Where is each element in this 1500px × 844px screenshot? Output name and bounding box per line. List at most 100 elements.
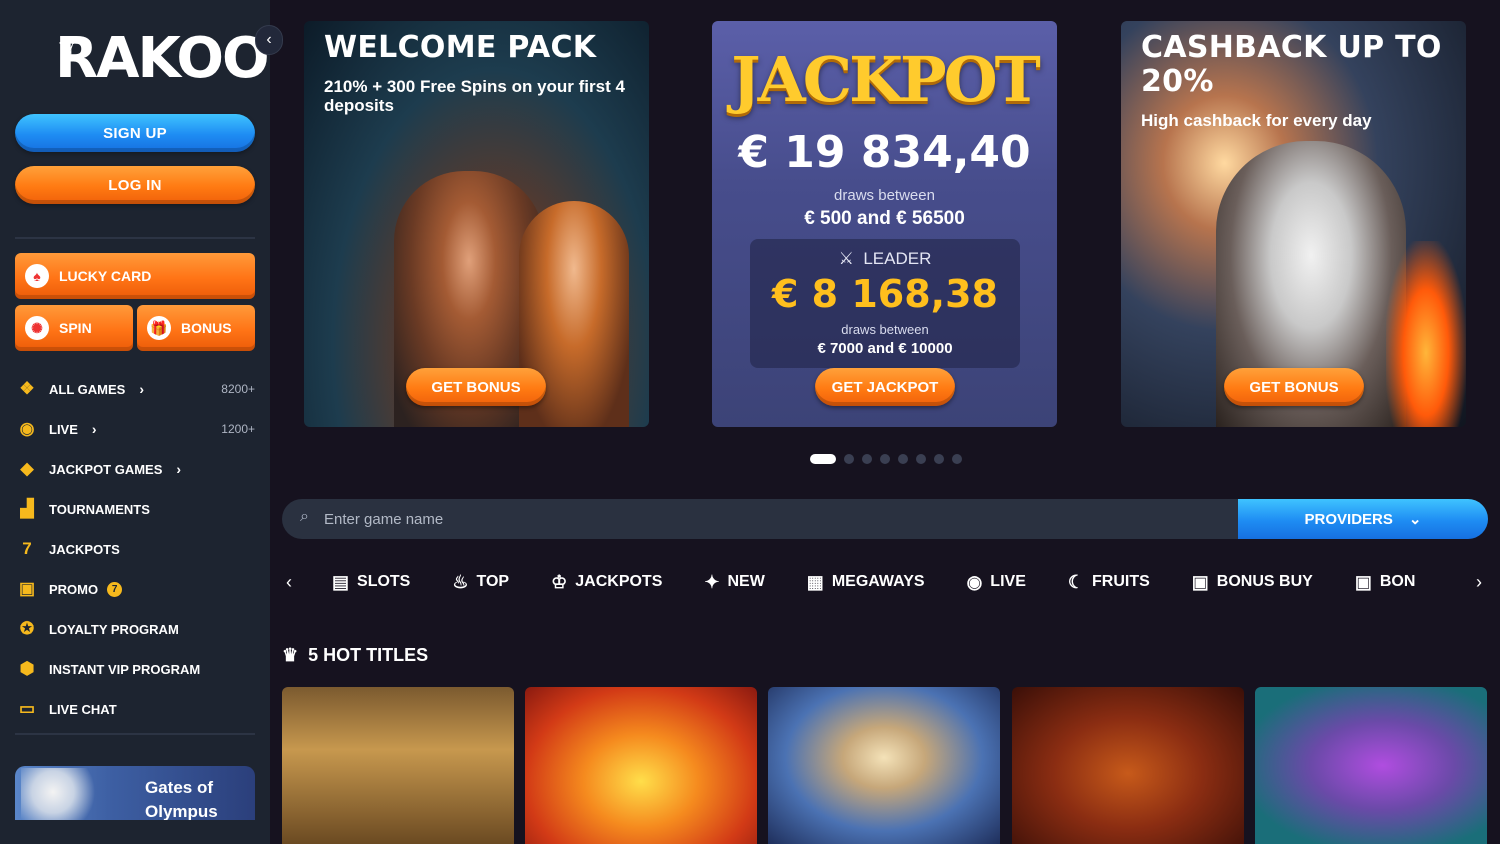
chevron-left-icon[interactable]: ‹ (286, 572, 292, 593)
cashback-banner[interactable]: CASHBACK UP TO 20% High cashback for eve… (1121, 21, 1466, 427)
chevron-right-icon: › (139, 381, 144, 397)
search-input[interactable] (324, 499, 1204, 539)
providers-dropdown[interactable]: PROVIDERS ⌄ (1238, 499, 1488, 539)
leader-draws-label: draws between (841, 322, 929, 337)
live-broadcast-icon: ◉ (19, 419, 35, 438)
seven-icon: 7 (22, 539, 32, 558)
sidebar-item-instant-vip-program[interactable]: ⬢ INSTANT VIP PROGRAM (15, 655, 255, 683)
game-tile-jester[interactable] (525, 687, 757, 844)
tab-label: MEGAWAYS (831, 573, 925, 590)
tab-megaways[interactable]: ▦ MEGAWAYS (807, 572, 925, 593)
jackpot-range: € 500 and € 56500 (804, 208, 965, 229)
slot-machine-icon: ▤ (332, 571, 350, 592)
carousel-dot[interactable] (810, 454, 836, 464)
sidebar-item-label: TOURNAMENTS (49, 501, 150, 517)
playing-card-icon: ♠ (25, 264, 49, 288)
chevron-right-icon[interactable]: › (1476, 572, 1482, 593)
sidebar-item-loyalty-program[interactable]: ✪ LOYALTY PROGRAM (15, 615, 255, 643)
carousel-pagination (810, 454, 962, 464)
chat-icon: ▭ (18, 699, 36, 718)
banner-subtitle: High cashback for every day (1141, 111, 1372, 130)
category-tabs: ‹ ▤ SLOTS ♨ TOP ♔ JACKPOTS ✦ NEW ▦ MEGAW… (282, 562, 1488, 602)
log-in-button[interactable]: LOG IN (15, 166, 255, 204)
game-tile-adventurer[interactable] (282, 687, 514, 844)
rakoo-logo[interactable]: ♛ RAKOO (55, 24, 270, 94)
carousel-dot[interactable] (952, 454, 962, 464)
sidebar-item-live[interactable]: ◉ LIVE › 1200+ (15, 415, 255, 443)
bonus-label: BONUS (181, 320, 232, 336)
sidebar-item-jackpots[interactable]: 7 JACKPOTS (15, 535, 255, 563)
leader-label: ⚔ LEADER (750, 249, 1020, 269)
game-tile-goddess[interactable] (768, 687, 1000, 844)
featured-game-card[interactable]: Gates of Olympus (15, 766, 255, 820)
providers-label: PROVIDERS (1304, 510, 1393, 528)
get-bonus-button[interactable]: GET BONUS (1224, 368, 1364, 406)
jackpot-logo: JACKPOT (731, 43, 1040, 116)
game-count: 1200+ (221, 422, 255, 436)
crown-icon: ♛ (282, 645, 299, 665)
tab-slots[interactable]: ▤ SLOTS (332, 572, 410, 593)
carousel-dot[interactable] (916, 454, 926, 464)
tab-live[interactable]: ◉ LIVE (967, 572, 1026, 593)
game-tile-buffalo[interactable] (1012, 687, 1244, 844)
lucky-card-button[interactable]: ♠ LUCKY CARD (15, 253, 255, 299)
sidebar-divider (15, 733, 255, 735)
banner-title: CASHBACK UP TO 20% (1141, 30, 1442, 99)
sidebar-divider (15, 237, 255, 239)
carousel-dot[interactable] (844, 454, 854, 464)
spin-button[interactable]: ✺ SPIN (15, 305, 133, 351)
gift-icon: ▣ (1354, 571, 1372, 592)
sidebar-item-live-chat[interactable]: ▭ LIVE CHAT (15, 695, 255, 723)
sidebar-item-label: PROMO (49, 581, 99, 597)
gift-icon: ▣ (1191, 571, 1209, 592)
tab-bonus[interactable]: ▣ BON (1355, 572, 1416, 593)
jackpot-banner[interactable]: JACKPOT € 19 834,40 draws between € 500 … (712, 21, 1057, 427)
jackpot-amount: € 19 834,40 (738, 127, 1031, 178)
search-icon: ⌕ (300, 508, 309, 525)
leader-text: LEADER (863, 249, 932, 268)
crossed-swords-icon: ⚔ (838, 249, 854, 268)
sidebar-item-label: JACKPOTS (49, 541, 120, 557)
lucky-card-label: LUCKY CARD (59, 268, 152, 284)
sidebar-item-promo[interactable]: ▣ PROMO 7 (15, 575, 255, 603)
vip-shield-icon: ⬢ (19, 659, 35, 678)
sign-up-button[interactable]: SIGN UP (15, 114, 255, 152)
carousel-dot[interactable] (862, 454, 872, 464)
carousel-dot[interactable] (898, 454, 908, 464)
sidebar-item-jackpot-games[interactable]: ◆ JACKPOT GAMES › (15, 455, 255, 483)
sidebar-item-all-games[interactable]: ❖ ALL GAMES › 8200+ (15, 375, 255, 403)
sidebar-item-tournaments[interactable]: ▟ TOURNAMENTS (15, 495, 255, 523)
logo-text: RAKOO (55, 26, 270, 91)
chevron-right-icon: › (91, 421, 97, 437)
hot-titles-heading: ♛ 5 HOT TITLES (282, 645, 428, 666)
get-bonus-button[interactable]: GET BONUS (406, 368, 546, 406)
sidebar-item-label: ALL GAMES (49, 381, 126, 397)
hot-titles-label: 5 HOT TITLES (308, 645, 429, 665)
tab-new[interactable]: ✦ NEW (704, 572, 764, 593)
diamond-icon: ◆ (20, 459, 34, 478)
game-tile-bird[interactable] (1255, 687, 1487, 844)
leader-range: € 7000 and € 10000 (817, 340, 953, 357)
banner-title: WELCOME PACK (324, 30, 597, 65)
flame-bag-icon: ♨ (452, 571, 469, 592)
tab-label: BONUS BUY (1216, 573, 1313, 590)
carousel-dot[interactable] (934, 454, 944, 464)
cube-icon: ❖ (19, 379, 35, 398)
tab-bonus-buy[interactable]: ▣ BONUS BUY (1192, 572, 1313, 593)
tab-top[interactable]: ♨ TOP (452, 572, 509, 593)
sidebar-collapse-button[interactable]: ‹ (255, 25, 283, 55)
sidebar-item-label: JACKPOT GAMES (49, 461, 163, 477)
tab-jackpots[interactable]: ♔ JACKPOTS (551, 572, 662, 593)
sidebar-item-label: LOYALTY PROGRAM (49, 621, 179, 637)
welcome-pack-banner[interactable]: WELCOME PACK 210% + 300 Free Spins on yo… (304, 21, 649, 427)
live-broadcast-icon: ◉ (966, 571, 983, 592)
crown-icon: ♛ (57, 36, 77, 61)
sidebar-item-label: LIVE CHAT (49, 701, 117, 717)
gift-icon: ▣ (18, 579, 36, 598)
bonus-button[interactable]: 🎁 BONUS (137, 305, 255, 351)
get-jackpot-button[interactable]: GET JACKPOT (815, 368, 955, 406)
carousel-dot[interactable] (880, 454, 890, 464)
gift-box-icon: 🎁 (147, 316, 171, 340)
category-list: ▤ SLOTS ♨ TOP ♔ JACKPOTS ✦ NEW ▦ MEGAWAY… (332, 562, 1415, 602)
tab-fruits[interactable]: ☾ FRUITS (1068, 572, 1150, 593)
